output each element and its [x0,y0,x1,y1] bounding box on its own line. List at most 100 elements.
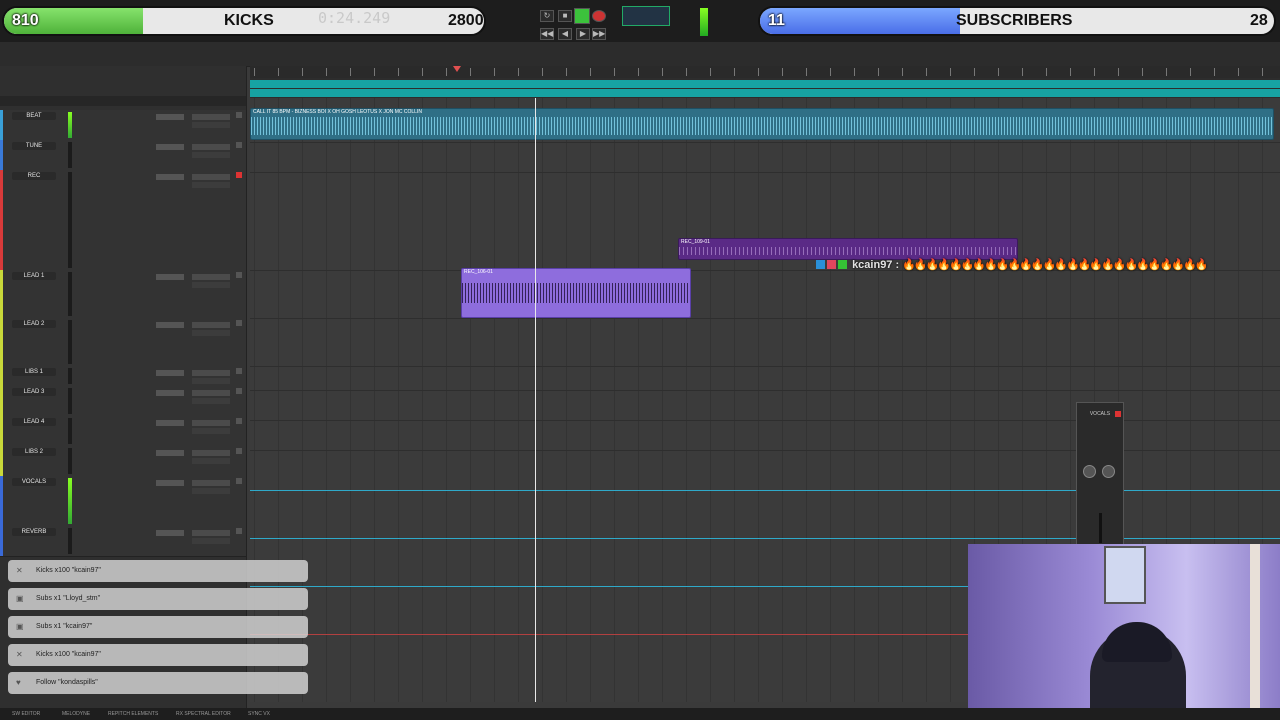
track-name[interactable]: LIBS 1 [12,368,56,376]
track-row[interactable]: VOCALS [0,476,246,527]
track-name[interactable]: VOCALS [12,478,56,486]
output-selector[interactable] [192,152,230,158]
output-selector[interactable] [192,282,230,288]
insert-slot[interactable] [156,114,184,120]
record-arm-button[interactable] [236,172,242,178]
input-selector[interactable] [192,450,230,456]
insert-slot[interactable] [156,480,184,486]
input-selector[interactable] [192,144,230,150]
chat-text: 🔥🔥🔥🔥🔥🔥🔥🔥🔥🔥🔥🔥🔥🔥🔥🔥🔥🔥🔥🔥🔥🔥🔥🔥🔥🔥 [902,259,1208,271]
track-row[interactable]: LIBS 2 [0,446,246,477]
output-selector[interactable] [192,458,230,464]
tool-tab-melodyne[interactable]: MELODYNE [62,711,90,717]
insert-slot[interactable] [156,144,184,150]
output-selector[interactable] [192,182,230,188]
track-row[interactable]: TUNE [0,140,246,171]
insert-slot[interactable] [156,322,184,328]
insert-slot[interactable] [156,530,184,536]
grid-line [686,98,687,702]
record-arm-button[interactable] [236,388,242,394]
pan-knob-right[interactable] [1102,465,1115,478]
input-selector[interactable] [192,390,230,396]
input-selector[interactable] [192,480,230,486]
track-row[interactable]: LEAD 4 [0,416,246,447]
output-selector[interactable] [192,378,230,384]
forward-button[interactable]: ▶ [576,28,590,40]
fast-forward-button[interactable]: ▶▶ [592,28,606,40]
record-button[interactable] [592,10,606,22]
tool-tab-rx-spectral[interactable]: RX SPECTRAL EDITOR [176,711,231,717]
lead-clip-name: REC_106-01 [464,269,493,275]
tool-tab-sw-editor[interactable]: SW EDITOR [12,711,40,717]
record-arm-button[interactable] [236,320,242,326]
alert-item: ▣ Subs x1 "kcain97" [8,616,308,638]
track-name[interactable]: LEAD 3 [12,388,56,396]
close-icon[interactable] [1115,411,1121,417]
output-selector[interactable] [192,488,230,494]
input-selector[interactable] [192,322,230,328]
alert-item: ♥ Follow "kondaspills" [8,672,308,694]
beat-audio-clip[interactable]: CALL IT 85 BPM - BIZNESS BOI X OH GOSH L… [250,108,1274,140]
output-selector[interactable] [192,398,230,404]
tool-tab-sync-vx[interactable]: SYNC VX [248,711,270,717]
meter-ruler[interactable] [250,89,1280,97]
playhead-marker[interactable] [453,66,461,72]
track-row[interactable]: LEAD 3 [0,386,246,417]
track-row[interactable]: REVERB [0,526,246,557]
rec-audio-clip[interactable]: REC_109-01 [678,238,1018,260]
track-row[interactable]: BEAT [0,110,246,141]
insert-slot[interactable] [156,420,184,426]
input-selector[interactable] [192,370,230,376]
track-name[interactable]: REVERB [12,528,56,536]
ruler-tick [614,68,615,76]
insert-slot[interactable] [156,370,184,376]
grid-line [518,98,519,702]
loop-button[interactable]: ↻ [540,10,554,22]
track-name[interactable]: BEAT [12,112,56,120]
lead-audio-clip[interactable]: REC_106-01 [461,268,691,318]
record-arm-button[interactable] [236,478,242,484]
record-arm-button[interactable] [236,112,242,118]
track-row[interactable]: REC [0,170,246,271]
insert-slot[interactable] [156,390,184,396]
record-arm-button[interactable] [236,528,242,534]
back-button[interactable]: ◀ [558,28,572,40]
track-name[interactable]: LIBS 2 [12,448,56,456]
play-button[interactable] [574,8,590,24]
track-row[interactable]: LIBS 1 [0,366,246,387]
output-selector[interactable] [192,122,230,128]
input-selector[interactable] [192,274,230,280]
volume-fader[interactable] [1099,513,1102,543]
record-arm-button[interactable] [236,448,242,454]
input-selector[interactable] [192,420,230,426]
track-row[interactable]: LEAD 2 [0,318,246,367]
track-name[interactable]: LEAD 2 [12,320,56,328]
grid-line [566,98,567,702]
input-selector[interactable] [192,114,230,120]
output-selector[interactable] [192,428,230,434]
insert-slot[interactable] [156,174,184,180]
record-arm-button[interactable] [236,142,242,148]
record-arm-button[interactable] [236,418,242,424]
floating-mixer-strip[interactable]: VOCALS [1076,402,1124,546]
tempo-ruler[interactable] [250,80,1280,88]
track-row[interactable]: LEAD 1 [0,270,246,319]
rewind-button[interactable]: ◀◀ [540,28,554,40]
insert-slot[interactable] [156,274,184,280]
stop-button[interactable]: ■ [558,10,572,22]
output-selector[interactable] [192,538,230,544]
track-name[interactable]: LEAD 4 [12,418,56,426]
ruler-tick [854,68,855,76]
pan-knob-left[interactable] [1083,465,1096,478]
record-arm-button[interactable] [236,368,242,374]
input-selector[interactable] [192,174,230,180]
tool-tab-repitch[interactable]: REPITCH ELEMENTS [108,711,158,717]
grid-line [926,98,927,702]
record-arm-button[interactable] [236,272,242,278]
track-name[interactable]: LEAD 1 [12,272,56,280]
input-selector[interactable] [192,530,230,536]
output-selector[interactable] [192,330,230,336]
track-name[interactable]: TUNE [12,142,56,150]
track-name[interactable]: REC [12,172,56,180]
insert-slot[interactable] [156,450,184,456]
